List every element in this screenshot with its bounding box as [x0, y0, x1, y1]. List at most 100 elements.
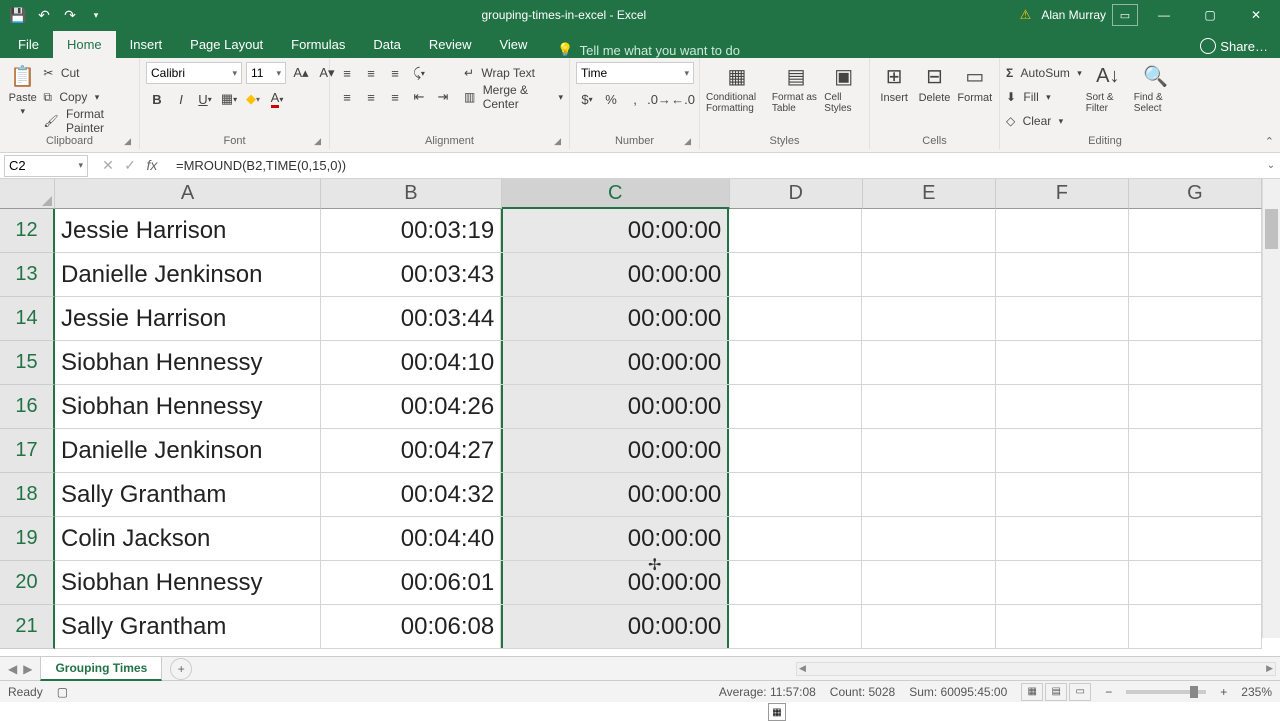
worksheet-grid[interactable]: ABCDEFG 12131415161718192021 Jessie Harr…	[0, 179, 1280, 656]
font-color-button[interactable]: A▾	[266, 88, 288, 110]
delete-cells-button[interactable]: ⊟Delete	[916, 62, 952, 104]
ribbon-display-options-button[interactable]: ▭	[1112, 4, 1138, 26]
tab-page-layout[interactable]: Page Layout	[176, 31, 277, 58]
cell-empty[interactable]	[862, 209, 995, 252]
column-header-e[interactable]: E	[863, 179, 996, 209]
column-header-a[interactable]: A	[55, 179, 321, 209]
number-dialog-launcher[interactable]: ◢	[684, 136, 691, 147]
row-header[interactable]: 17	[0, 429, 55, 473]
align-top-button[interactable]: ≡	[336, 62, 358, 84]
formula-input[interactable]: =MROUND(B2,TIME(0,15,0))	[168, 158, 1262, 173]
increase-decimal-button[interactable]: .0→	[648, 88, 670, 110]
cell-empty[interactable]	[729, 561, 862, 604]
format-painter-button[interactable]: 🖌 Format Painter	[43, 110, 133, 132]
insert-function-button[interactable]: fx	[142, 157, 162, 174]
row-header[interactable]: 20	[0, 561, 55, 605]
cell-name[interactable]: Colin Jackson	[55, 517, 321, 560]
cell-time[interactable]: 00:04:32	[321, 473, 502, 516]
copy-button[interactable]: ⧉ Copy ▾	[43, 86, 133, 108]
zoom-level[interactable]: 235%	[1241, 685, 1272, 699]
align-bottom-button[interactable]: ≡	[384, 62, 406, 84]
italic-button[interactable]: I	[170, 88, 192, 110]
find-select-button[interactable]: 🔍Find & Select	[1134, 62, 1178, 114]
cell-name[interactable]: Sally Grantham	[55, 473, 321, 516]
cell-rounded[interactable]: 00:00:00	[501, 429, 729, 472]
cell-empty[interactable]	[862, 605, 995, 648]
cell-empty[interactable]	[862, 429, 995, 472]
align-left-button[interactable]: ≡	[336, 86, 358, 108]
row-header[interactable]: 15	[0, 341, 55, 385]
conditional-formatting-button[interactable]: ▦Conditional Formatting	[706, 62, 768, 114]
column-header-g[interactable]: G	[1129, 179, 1262, 209]
cell-empty[interactable]	[996, 605, 1129, 648]
cell-empty[interactable]	[862, 473, 995, 516]
select-all-button[interactable]	[0, 179, 55, 209]
column-header-d[interactable]: D	[730, 179, 863, 209]
alignment-dialog-launcher[interactable]: ◢	[554, 136, 561, 147]
decrease-decimal-button[interactable]: ←.0	[672, 88, 694, 110]
cell-empty[interactable]	[862, 517, 995, 560]
tab-data[interactable]: Data	[359, 31, 414, 58]
sheet-nav-prev-button[interactable]: ◀	[8, 662, 17, 676]
cell-time[interactable]: 00:04:40	[321, 517, 502, 560]
zoom-slider[interactable]	[1126, 690, 1206, 694]
user-name[interactable]: Alan Murray	[1041, 8, 1106, 22]
cell-styles-button[interactable]: ▣Cell Styles	[824, 62, 863, 114]
cell-time[interactable]: 00:03:43	[321, 253, 502, 296]
cell-rounded[interactable]: 00:00:00	[501, 253, 729, 296]
cell-empty[interactable]	[729, 385, 862, 428]
fill-button[interactable]: ⬇ Fill ▾	[1006, 86, 1082, 108]
tab-view[interactable]: View	[485, 31, 541, 58]
cell-name[interactable]: Siobhan Hennessy	[55, 341, 321, 384]
cell-time[interactable]: 00:04:10	[321, 341, 502, 384]
font-dialog-launcher[interactable]: ◢	[314, 136, 321, 147]
cell-empty[interactable]	[1129, 517, 1262, 560]
horizontal-scrollbar[interactable]: ◀▶	[796, 662, 1276, 676]
clear-button[interactable]: ◇ Clear ▾	[1006, 110, 1082, 132]
format-as-table-button[interactable]: ▤Format as Table	[772, 62, 820, 114]
clipboard-dialog-launcher[interactable]: ◢	[124, 136, 131, 147]
cell-rounded[interactable]: 00:00:00	[501, 517, 729, 560]
cell-rounded[interactable]: 00:00:00	[501, 385, 729, 428]
cell-empty[interactable]	[729, 473, 862, 516]
increase-font-button[interactable]: A▴	[290, 62, 312, 84]
font-size-combo[interactable]: 11▾	[246, 62, 286, 84]
decrease-indent-button[interactable]: ⇤	[408, 86, 430, 108]
cell-time[interactable]: 00:06:01	[321, 561, 502, 604]
column-header-f[interactable]: F	[996, 179, 1129, 209]
cell-empty[interactable]	[729, 209, 862, 252]
number-format-combo[interactable]: Time▾	[576, 62, 694, 84]
orientation-button[interactable]: ⤹▾	[408, 62, 430, 84]
cell-empty[interactable]	[729, 605, 862, 648]
cell-rounded[interactable]: 00:00:00	[501, 605, 729, 648]
wrap-text-button[interactable]: ↵ Wrap Text	[464, 62, 563, 84]
font-name-combo[interactable]: Calibri▾	[146, 62, 242, 84]
cell-empty[interactable]	[862, 253, 995, 296]
vertical-scrollbar[interactable]	[1262, 179, 1280, 638]
tell-me-search[interactable]: 💡 Tell me what you want to do	[541, 42, 740, 58]
cell-empty[interactable]	[1129, 385, 1262, 428]
insert-cells-button[interactable]: ⊞Insert	[876, 62, 912, 104]
cell-time[interactable]: 00:06:08	[321, 605, 502, 648]
cut-button[interactable]: ✂ Cut	[43, 62, 133, 84]
cell-empty[interactable]	[1129, 209, 1262, 252]
cell-time[interactable]: 00:04:26	[321, 385, 502, 428]
cancel-formula-button[interactable]: ✕	[98, 157, 118, 174]
row-header[interactable]: 21	[0, 605, 55, 649]
cell-rounded[interactable]: 00:00:00	[501, 561, 729, 604]
underline-button[interactable]: U▾	[194, 88, 216, 110]
row-header[interactable]: 18	[0, 473, 55, 517]
percent-format-button[interactable]: %	[600, 88, 622, 110]
redo-button[interactable]: ↷	[58, 3, 82, 27]
cell-name[interactable]: Siobhan Hennessy	[55, 561, 321, 604]
cell-empty[interactable]	[1129, 561, 1262, 604]
cell-empty[interactable]	[996, 385, 1129, 428]
cell-rounded[interactable]: 00:00:00	[501, 297, 729, 340]
cell-rounded[interactable]: 00:00:00	[501, 341, 729, 384]
cell-empty[interactable]	[862, 561, 995, 604]
cell-empty[interactable]	[729, 297, 862, 340]
accounting-format-button[interactable]: $▾	[576, 88, 598, 110]
cell-empty[interactable]	[996, 341, 1129, 384]
cell-time[interactable]: 00:04:27	[321, 429, 502, 472]
cell-empty[interactable]	[1129, 341, 1262, 384]
